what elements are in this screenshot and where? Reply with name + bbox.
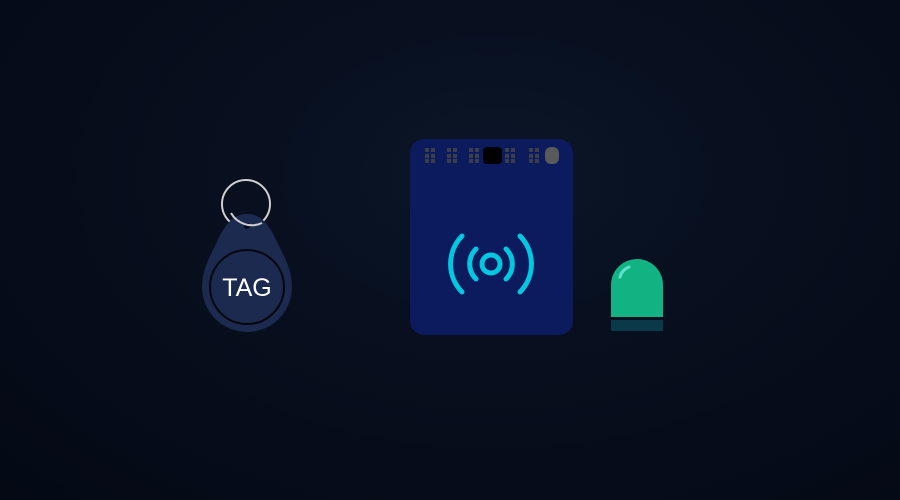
fob-label: TAG xyxy=(222,274,272,302)
illustration: TAG xyxy=(202,139,663,335)
scene-background: TAG xyxy=(0,0,900,500)
led-base xyxy=(611,320,663,331)
reader-chip xyxy=(483,147,502,164)
rfid-reader xyxy=(410,139,573,335)
reader-indicator xyxy=(545,147,559,164)
rfid-key-fob: TAG xyxy=(202,179,292,332)
status-led xyxy=(611,259,663,331)
